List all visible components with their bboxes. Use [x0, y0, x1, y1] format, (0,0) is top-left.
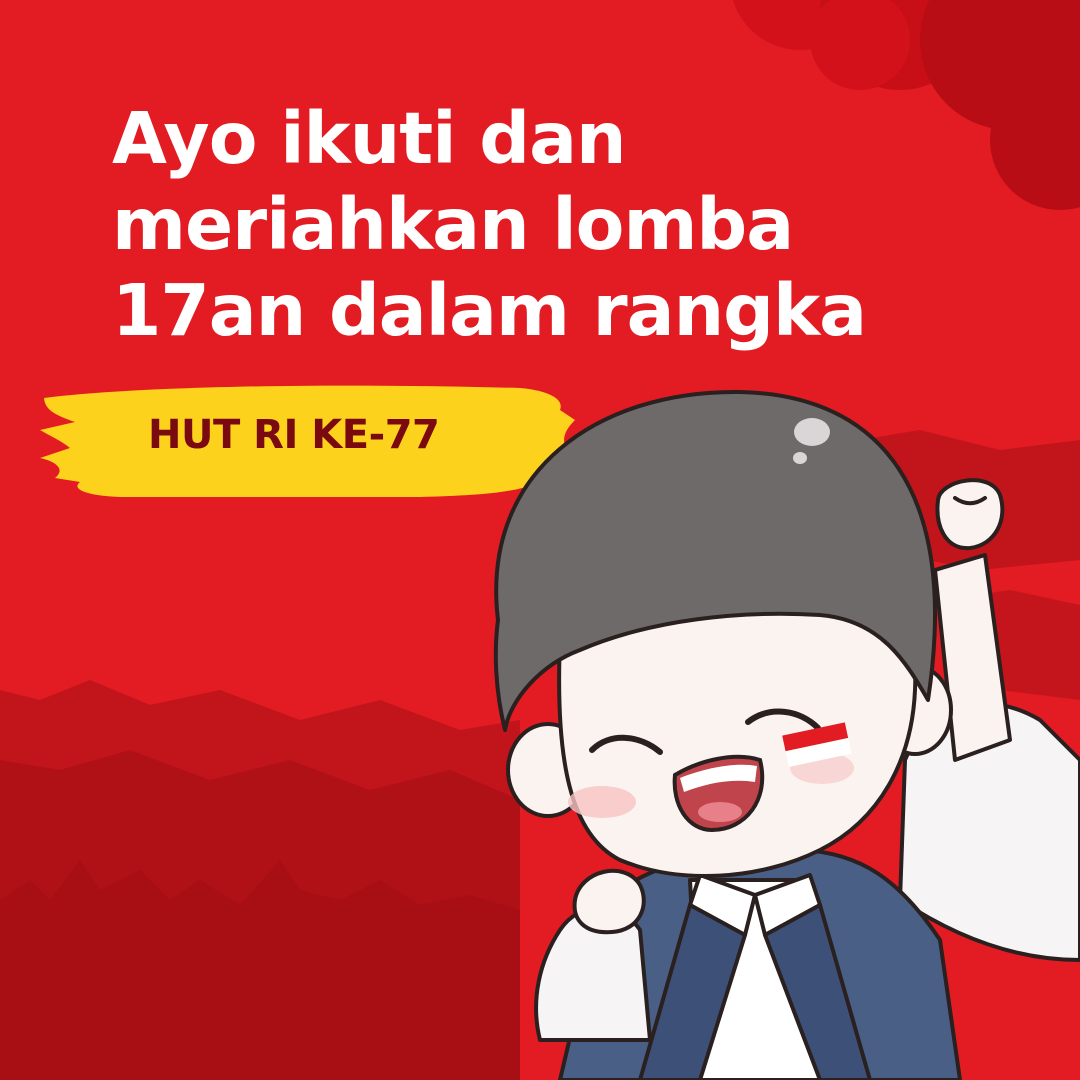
hair-highlight: [794, 418, 830, 446]
cheering-boy-illustration: [493, 389, 1080, 1080]
poster: Ayo ikuti dan meriahkan lomba 17an dalam…: [0, 0, 1080, 1080]
